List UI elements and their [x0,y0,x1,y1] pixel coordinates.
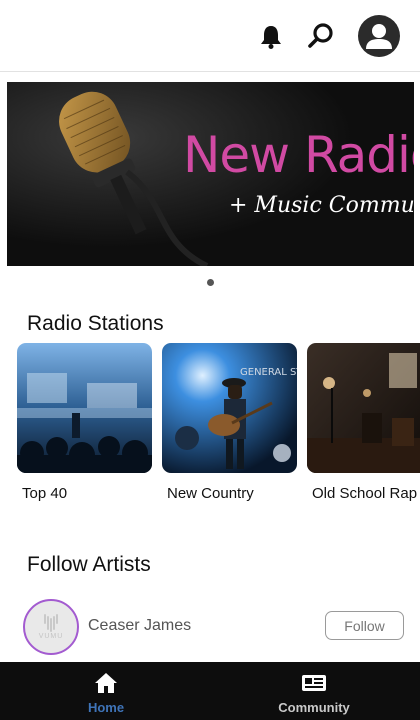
home-icon [95,673,117,693]
follow-artists-title: Follow Artists [27,553,151,576]
station-label-top-40: Top 40 [22,485,68,502]
follow-button[interactable]: Follow [325,611,404,640]
banner-subtitle: + Music Community [229,193,414,218]
banner-title: New Radio [183,126,414,184]
empty-stage-image [307,343,420,473]
vumu-logo-icon [44,614,58,632]
nav-label-community: Community [278,700,350,715]
station-card-new-country[interactable]: GENERAL ST [162,343,297,473]
waveform-logo-icon[interactable] [28,10,68,60]
carousel-indicator[interactable] [207,279,214,286]
bell-icon[interactable] [258,24,284,50]
user-avatar-icon[interactable] [358,15,400,57]
promo-banner[interactable]: New Radio + Music Community [7,82,414,266]
svg-text:GENERAL ST: GENERAL ST [240,367,297,378]
artist-name[interactable]: Ceaser James [88,617,191,635]
artist-avatar[interactable]: VUMU [23,599,79,655]
station-card-top-40[interactable] [17,343,152,473]
nav-item-community[interactable]: Community [264,662,364,720]
top-bar [0,0,420,72]
nav-label-home: Home [87,700,125,715]
community-icon [302,675,326,691]
radio-stations-title: Radio Stations [27,312,164,335]
artist-avatar-text: VUMU [38,633,64,640]
station-card-old-school-rap[interactable] [307,343,420,473]
search-icon[interactable] [307,22,335,50]
station-label-new-country: New Country [167,485,254,502]
guitarist-stage-image: GENERAL ST [162,343,297,473]
nav-item-home[interactable]: Home [56,662,156,720]
station-label-old-school-rap: Old School Rap [312,485,418,502]
concert-crowd-image [17,343,152,473]
bottom-nav: Home Community [0,662,420,720]
